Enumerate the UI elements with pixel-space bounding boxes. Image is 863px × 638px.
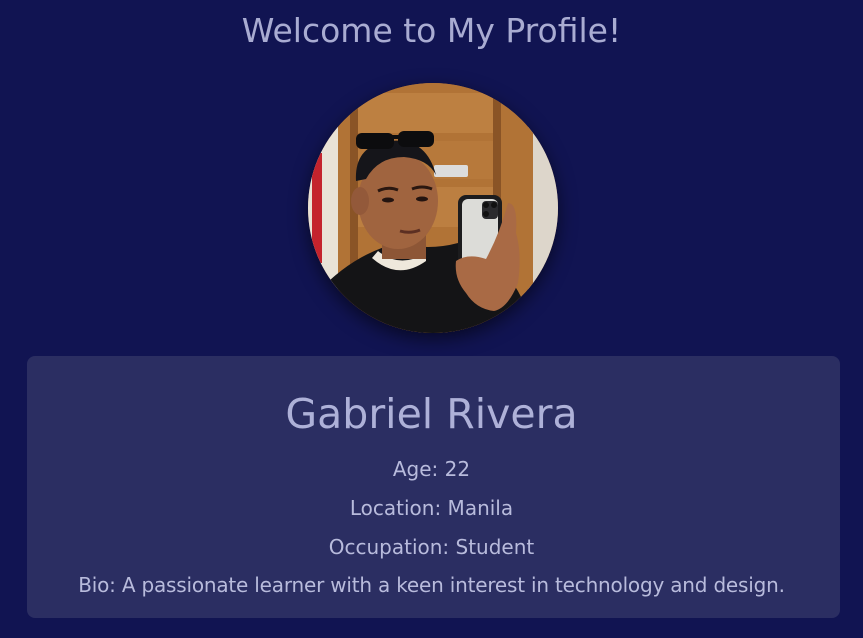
profile-photo <box>308 83 558 333</box>
profile-location: Location: Manila <box>349 496 514 520</box>
profile-bio: Bio: A passionate learner with a keen in… <box>78 573 785 597</box>
profile-page: Welcome to My Profile! Gabriel Rivera Ag… <box>0 0 863 638</box>
profile-occupation: Occupation: Student <box>328 535 535 559</box>
profile-name: Gabriel Rivera <box>285 390 578 438</box>
page-title: Welcome to My Profile! <box>241 11 622 50</box>
profile-age: Age: 22 <box>392 457 471 481</box>
profile-photo-image <box>308 83 558 333</box>
